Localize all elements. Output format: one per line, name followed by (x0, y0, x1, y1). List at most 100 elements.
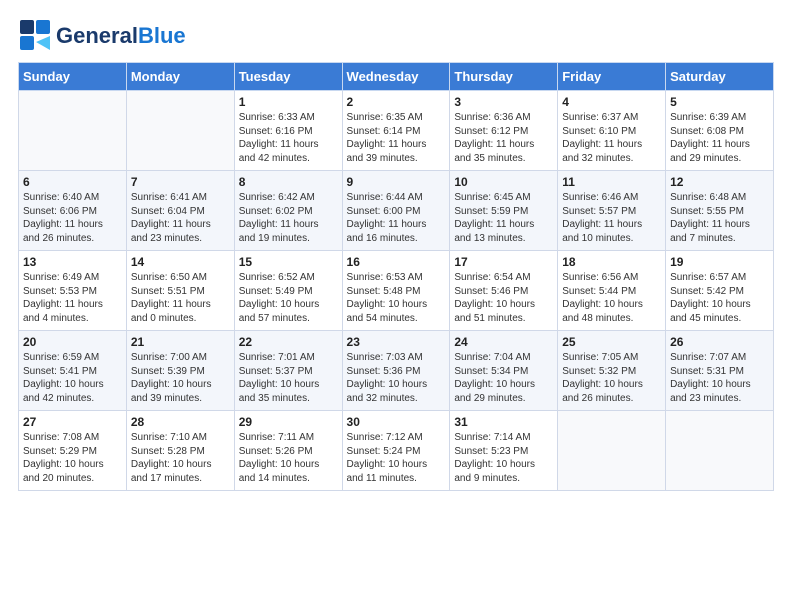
calendar-week-row: 13 Sunrise: 6:49 AM Sunset: 5:53 PM Dayli… (19, 251, 774, 331)
calendar-cell: 24 Sunrise: 7:04 AM Sunset: 5:34 PM Dayli… (450, 331, 558, 411)
col-header-monday: Monday (126, 63, 234, 91)
day-number: 14 (131, 255, 230, 269)
calendar-cell (558, 411, 666, 491)
calendar-cell (19, 91, 127, 171)
day-info: Sunrise: 6:40 AM Sunset: 6:06 PM Dayligh… (23, 191, 122, 245)
calendar-cell: 14 Sunrise: 6:50 AM Sunset: 5:51 PM Dayli… (126, 251, 234, 331)
calendar-cell (126, 91, 234, 171)
day-number: 6 (23, 175, 122, 189)
day-number: 21 (131, 335, 230, 349)
day-number: 4 (562, 95, 661, 109)
calendar-cell: 1 Sunrise: 6:33 AM Sunset: 6:16 PM Daylig… (234, 91, 342, 171)
day-number: 10 (454, 175, 553, 189)
day-info: Sunrise: 6:46 AM Sunset: 5:57 PM Dayligh… (562, 191, 661, 245)
day-info: Sunrise: 7:01 AM Sunset: 5:37 PM Dayligh… (239, 351, 338, 405)
calendar-cell: 27 Sunrise: 7:08 AM Sunset: 5:29 PM Dayli… (19, 411, 127, 491)
calendar-cell: 3Sunrise: 6:36 AM Sunset: 6:12 PM Daylig… (450, 91, 558, 171)
calendar-table: SundayMondayTuesdayWednesdayThursdayFrid… (18, 62, 774, 491)
day-number: 7 (131, 175, 230, 189)
calendar-cell: 5 Sunrise: 6:39 AM Sunset: 6:08 PM Daylig… (666, 91, 774, 171)
day-info: Sunrise: 7:10 AM Sunset: 5:28 PM Dayligh… (131, 431, 230, 485)
calendar-week-row: 20 Sunrise: 6:59 AM Sunset: 5:41 PM Dayli… (19, 331, 774, 411)
day-number: 24 (454, 335, 553, 349)
calendar-cell: 25 Sunrise: 7:05 AM Sunset: 5:32 PM Dayli… (558, 331, 666, 411)
calendar-cell: 19 Sunrise: 6:57 AM Sunset: 5:42 PM Dayli… (666, 251, 774, 331)
day-info: Sunrise: 7:04 AM Sunset: 5:34 PM Dayligh… (454, 351, 553, 405)
calendar-cell: 18Sunrise: 6:56 AM Sunset: 5:44 PM Dayli… (558, 251, 666, 331)
day-number: 1 (239, 95, 338, 109)
page: GeneralBlue SundayMondayTuesdayWednesday… (0, 0, 792, 612)
day-info: Sunrise: 6:50 AM Sunset: 5:51 PM Dayligh… (131, 271, 230, 325)
day-info: Sunrise: 6:57 AM Sunset: 5:42 PM Dayligh… (670, 271, 769, 325)
calendar-cell: 29Sunrise: 7:11 AM Sunset: 5:26 PM Dayli… (234, 411, 342, 491)
day-info: Sunrise: 6:56 AM Sunset: 5:44 PM Dayligh… (562, 271, 661, 325)
day-info: Sunrise: 6:59 AM Sunset: 5:41 PM Dayligh… (23, 351, 122, 405)
day-number: 16 (347, 255, 446, 269)
calendar-week-row: 1 Sunrise: 6:33 AM Sunset: 6:16 PM Daylig… (19, 91, 774, 171)
day-info: Sunrise: 6:52 AM Sunset: 5:49 PM Dayligh… (239, 271, 338, 325)
day-info: Sunrise: 6:54 AM Sunset: 5:46 PM Dayligh… (454, 271, 553, 325)
day-number: 12 (670, 175, 769, 189)
calendar-cell: 17 Sunrise: 6:54 AM Sunset: 5:46 PM Dayli… (450, 251, 558, 331)
logo: GeneralBlue (18, 18, 186, 54)
col-header-tuesday: Tuesday (234, 63, 342, 91)
day-number: 23 (347, 335, 446, 349)
day-number: 17 (454, 255, 553, 269)
day-number: 5 (670, 95, 769, 109)
logo-general-text: GeneralBlue (56, 23, 186, 48)
calendar-week-row: 27 Sunrise: 7:08 AM Sunset: 5:29 PM Dayli… (19, 411, 774, 491)
day-info: Sunrise: 6:39 AM Sunset: 6:08 PM Dayligh… (670, 111, 769, 165)
day-info: Sunrise: 6:44 AM Sunset: 6:00 PM Dayligh… (347, 191, 446, 245)
col-header-friday: Friday (558, 63, 666, 91)
day-number: 20 (23, 335, 122, 349)
day-number: 25 (562, 335, 661, 349)
day-number: 19 (670, 255, 769, 269)
day-info: Sunrise: 6:45 AM Sunset: 5:59 PM Dayligh… (454, 191, 553, 245)
day-number: 27 (23, 415, 122, 429)
col-header-wednesday: Wednesday (342, 63, 450, 91)
calendar-cell: 12Sunrise: 6:48 AM Sunset: 5:55 PM Dayli… (666, 171, 774, 251)
day-number: 30 (347, 415, 446, 429)
day-number: 15 (239, 255, 338, 269)
calendar-cell: 16 Sunrise: 6:53 AM Sunset: 5:48 PM Dayli… (342, 251, 450, 331)
calendar-cell: 11Sunrise: 6:46 AM Sunset: 5:57 PM Dayli… (558, 171, 666, 251)
day-number: 13 (23, 255, 122, 269)
day-number: 26 (670, 335, 769, 349)
day-info: Sunrise: 6:42 AM Sunset: 6:02 PM Dayligh… (239, 191, 338, 245)
calendar-cell: 6 Sunrise: 6:40 AM Sunset: 6:06 PM Daylig… (19, 171, 127, 251)
calendar-cell: 8 Sunrise: 6:42 AM Sunset: 6:02 PM Daylig… (234, 171, 342, 251)
calendar-cell: 10 Sunrise: 6:45 AM Sunset: 5:59 PM Dayli… (450, 171, 558, 251)
day-info: Sunrise: 7:12 AM Sunset: 5:24 PM Dayligh… (347, 431, 446, 485)
day-number: 9 (347, 175, 446, 189)
day-info: Sunrise: 7:14 AM Sunset: 5:23 PM Dayligh… (454, 431, 553, 485)
col-header-saturday: Saturday (666, 63, 774, 91)
calendar-header-row: SundayMondayTuesdayWednesdayThursdayFrid… (19, 63, 774, 91)
calendar-cell: 2 Sunrise: 6:35 AM Sunset: 6:14 PM Daylig… (342, 91, 450, 171)
calendar-week-row: 6 Sunrise: 6:40 AM Sunset: 6:06 PM Daylig… (19, 171, 774, 251)
day-number: 22 (239, 335, 338, 349)
day-info: Sunrise: 6:33 AM Sunset: 6:16 PM Dayligh… (239, 111, 338, 165)
calendar-cell: 26 Sunrise: 7:07 AM Sunset: 5:31 PM Dayli… (666, 331, 774, 411)
day-number: 3 (454, 95, 553, 109)
day-number: 2 (347, 95, 446, 109)
day-info: Sunrise: 7:00 AM Sunset: 5:39 PM Dayligh… (131, 351, 230, 405)
day-info: Sunrise: 6:49 AM Sunset: 5:53 PM Dayligh… (23, 271, 122, 325)
day-info: Sunrise: 6:53 AM Sunset: 5:48 PM Dayligh… (347, 271, 446, 325)
day-number: 31 (454, 415, 553, 429)
calendar-cell: 30 Sunrise: 7:12 AM Sunset: 5:24 PM Dayli… (342, 411, 450, 491)
day-info: Sunrise: 6:37 AM Sunset: 6:10 PM Dayligh… (562, 111, 661, 165)
day-number: 29 (239, 415, 338, 429)
calendar-cell: 22 Sunrise: 7:01 AM Sunset: 5:37 PM Dayli… (234, 331, 342, 411)
day-number: 8 (239, 175, 338, 189)
logo-icon (18, 18, 54, 54)
calendar-cell: 15 Sunrise: 6:52 AM Sunset: 5:49 PM Dayli… (234, 251, 342, 331)
calendar-cell (666, 411, 774, 491)
day-info: Sunrise: 7:05 AM Sunset: 5:32 PM Dayligh… (562, 351, 661, 405)
col-header-thursday: Thursday (450, 63, 558, 91)
calendar-cell: 9 Sunrise: 6:44 AM Sunset: 6:00 PM Daylig… (342, 171, 450, 251)
calendar-cell: 4 Sunrise: 6:37 AM Sunset: 6:10 PM Daylig… (558, 91, 666, 171)
day-info: Sunrise: 7:08 AM Sunset: 5:29 PM Dayligh… (23, 431, 122, 485)
day-info: Sunrise: 7:03 AM Sunset: 5:36 PM Dayligh… (347, 351, 446, 405)
day-info: Sunrise: 6:35 AM Sunset: 6:14 PM Dayligh… (347, 111, 446, 165)
day-info: Sunrise: 7:07 AM Sunset: 5:31 PM Dayligh… (670, 351, 769, 405)
